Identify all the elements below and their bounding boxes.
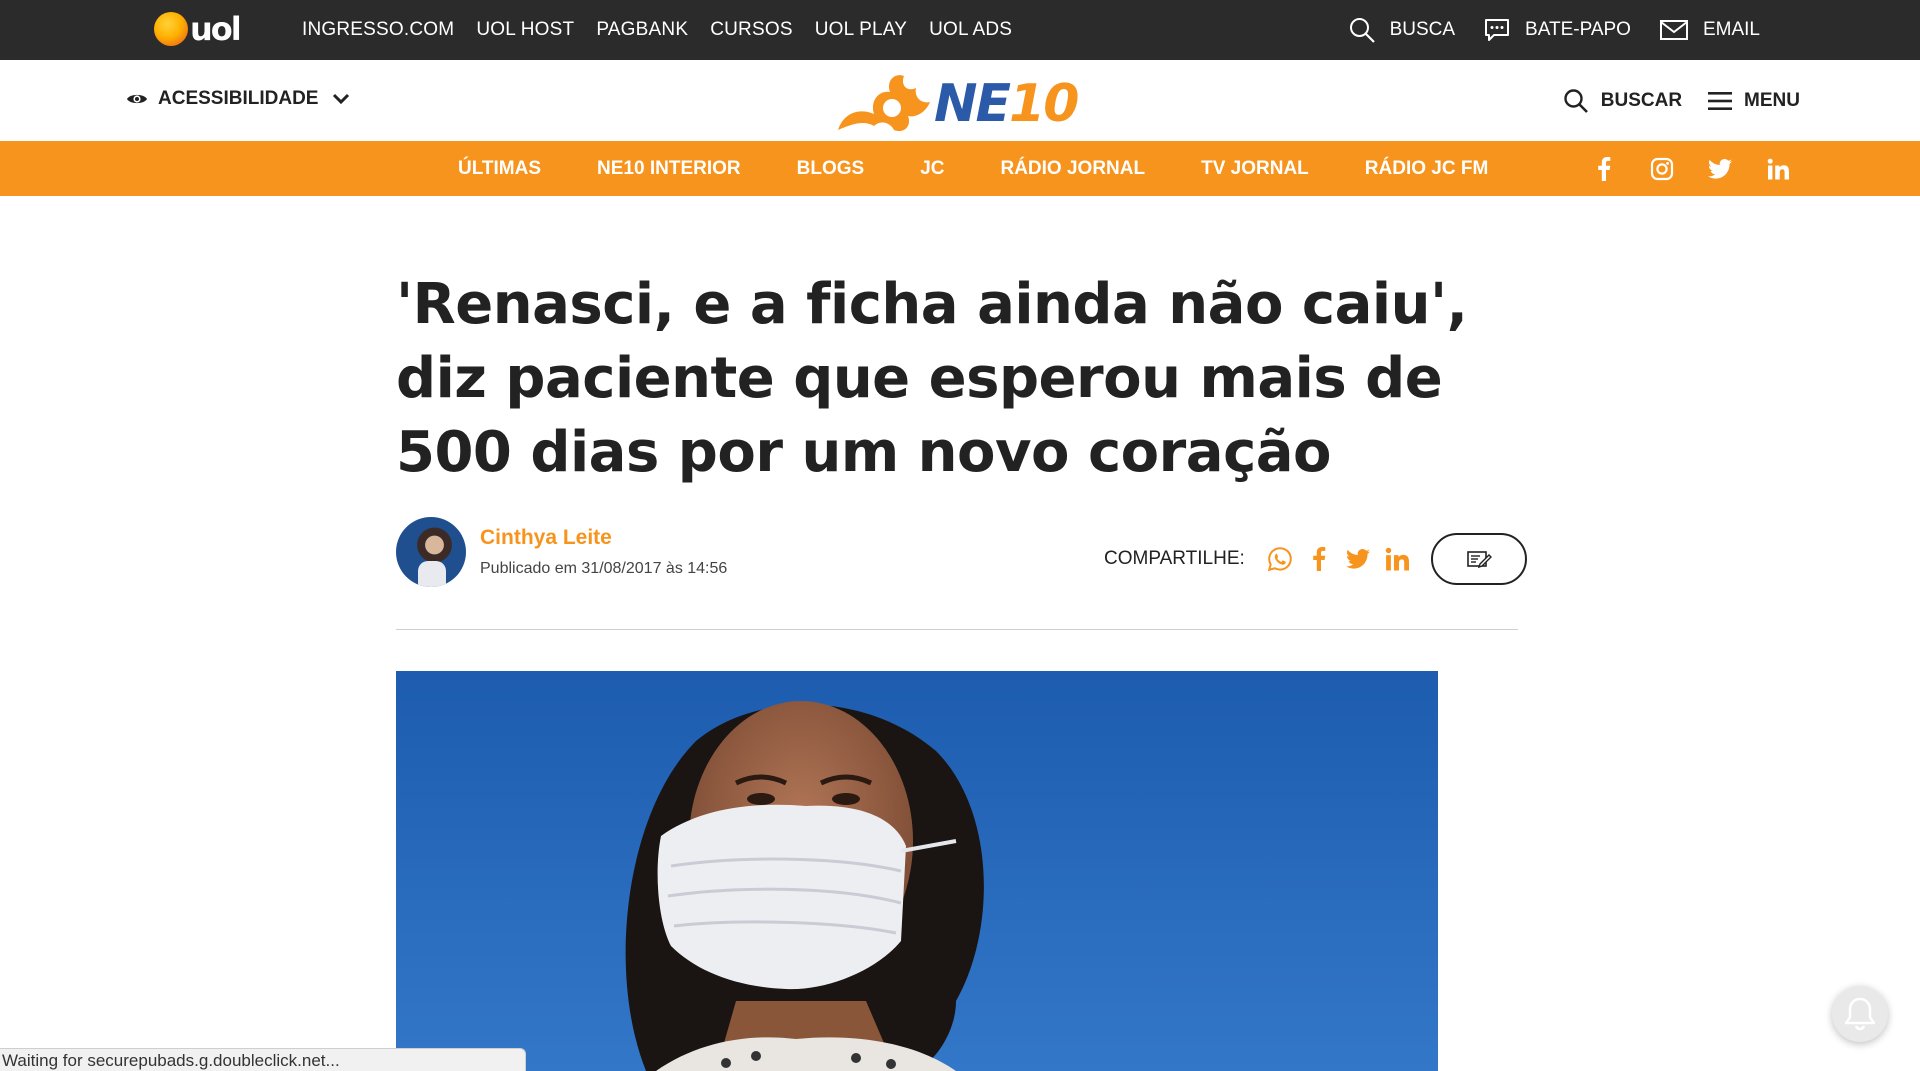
mail-icon — [1659, 20, 1688, 40]
comment-button[interactable] — [1430, 533, 1527, 585]
article-divider — [396, 629, 1518, 630]
nav-blogs[interactable]: BLOGS — [797, 158, 865, 180]
uol-chat-button[interactable]: BATE-PAPO — [1483, 16, 1631, 44]
uol-link-host[interactable]: UOL HOST — [476, 19, 574, 41]
notification-bell-button[interactable] — [1832, 986, 1888, 1042]
header-menu-button[interactable]: MENU — [1708, 90, 1800, 112]
eye-icon — [127, 94, 147, 104]
uol-link-ads[interactable]: UOL ADS — [929, 19, 1012, 41]
header-menu-label: MENU — [1744, 90, 1800, 111]
instagram-icon[interactable] — [1633, 157, 1691, 181]
nav-ultimas[interactable]: ÚLTIMAS — [458, 158, 541, 180]
uol-email-button[interactable]: EMAIL — [1659, 18, 1760, 42]
header-tools: BUSCAR MENU — [1537, 88, 1800, 114]
search-icon — [1564, 89, 1588, 113]
uol-ball-icon — [154, 12, 188, 46]
nav-tv-jornal[interactable]: TV JORNAL — [1201, 158, 1309, 180]
article-title: 'Renasci, e a ficha ainda não caiu', diz… — [396, 272, 1468, 485]
author-block: Cinthya Leite Publicado em 31/08/2017 às… — [396, 517, 727, 587]
chat-icon — [1485, 19, 1510, 41]
section-nav: ÚLTIMAS NE10 INTERIOR BLOGS JC RÁDIO JOR… — [0, 141, 1920, 196]
linkedin-icon[interactable] — [1378, 547, 1417, 571]
uol-chat-label: BATE-PAPO — [1525, 19, 1631, 40]
author-name[interactable]: Cinthya Leite — [480, 526, 727, 550]
uol-right-tools: BUSCA BATE-PAPO EMAIL — [1320, 0, 1760, 60]
uol-search-button[interactable]: BUSCA — [1348, 16, 1455, 44]
nav-jc[interactable]: JC — [920, 158, 944, 180]
uol-links: INGRESSO.COM UOL HOST PAGBANK CURSOS UOL… — [302, 0, 1034, 60]
uol-link-cursos[interactable]: CURSOS — [710, 19, 793, 41]
accessibility-toggle[interactable]: ACESSIBILIDADE — [126, 88, 360, 110]
bell-icon — [1844, 997, 1876, 1031]
author-avatar[interactable] — [396, 517, 466, 587]
whatsapp-icon[interactable] — [1261, 546, 1300, 572]
site-header: ACESSIBILIDADE NE10 BUSCAR MENU — [0, 60, 1920, 141]
uol-logo[interactable]: uol — [154, 10, 242, 48]
nav-social — [1575, 141, 1807, 196]
browser-status-bar: Waiting for securepubads.g.doubleclick.n… — [0, 1048, 526, 1071]
nav-radio-jornal[interactable]: RÁDIO JORNAL — [1000, 158, 1145, 180]
uol-link-pagbank[interactable]: PAGBANK — [596, 19, 688, 41]
search-icon — [1349, 18, 1375, 43]
ne10-ne: NE — [934, 74, 1011, 134]
share-bar: COMPARTILHE: — [1104, 533, 1527, 585]
share-label: COMPARTILHE: — [1104, 548, 1245, 569]
uol-top-bar: uol INGRESSO.COM UOL HOST PAGBANK CURSOS… — [0, 0, 1920, 60]
patient-photo-image — [396, 671, 1438, 1071]
uol-email-label: EMAIL — [1702, 19, 1760, 40]
hamburger-icon — [1708, 92, 1733, 110]
ne10-wordmark: NE10 — [934, 74, 1079, 134]
twitter-icon[interactable] — [1691, 158, 1749, 179]
twitter-icon[interactable] — [1339, 549, 1378, 569]
ne10-logo[interactable]: NE10 — [830, 68, 1090, 136]
linkedin-icon[interactable] — [1749, 158, 1807, 180]
uol-link-play[interactable]: UOL PLAY — [815, 19, 907, 41]
facebook-icon[interactable] — [1575, 156, 1633, 181]
nav-ne10-interior[interactable]: NE10 INTERIOR — [597, 158, 741, 180]
ne10-ten: 10 — [1009, 74, 1079, 134]
author-info: Cinthya Leite Publicado em 31/08/2017 às… — [480, 526, 727, 578]
facebook-icon[interactable] — [1300, 547, 1339, 571]
nav-links: ÚLTIMAS NE10 INTERIOR BLOGS JC RÁDIO JOR… — [458, 141, 1544, 196]
header-search-button[interactable]: BUSCAR — [1563, 88, 1682, 114]
article-photo[interactable] — [396, 671, 1438, 1071]
uol-search-label: BUSCA — [1389, 19, 1456, 40]
uol-link-ingresso[interactable]: INGRESSO.COM — [302, 19, 454, 41]
uol-logo-text: uol — [190, 10, 242, 48]
accessibility-label: ACESSIBILIDADE — [158, 88, 319, 109]
edit-note-icon — [1466, 551, 1492, 569]
chevron-down-icon — [333, 93, 350, 105]
publish-date: Publicado em 31/08/2017 às 14:56 — [480, 560, 728, 577]
header-search-label: BUSCAR — [1600, 90, 1683, 111]
ne10-sun-icon — [838, 75, 930, 132]
nav-radio-jc-fm[interactable]: RÁDIO JC FM — [1365, 158, 1489, 180]
